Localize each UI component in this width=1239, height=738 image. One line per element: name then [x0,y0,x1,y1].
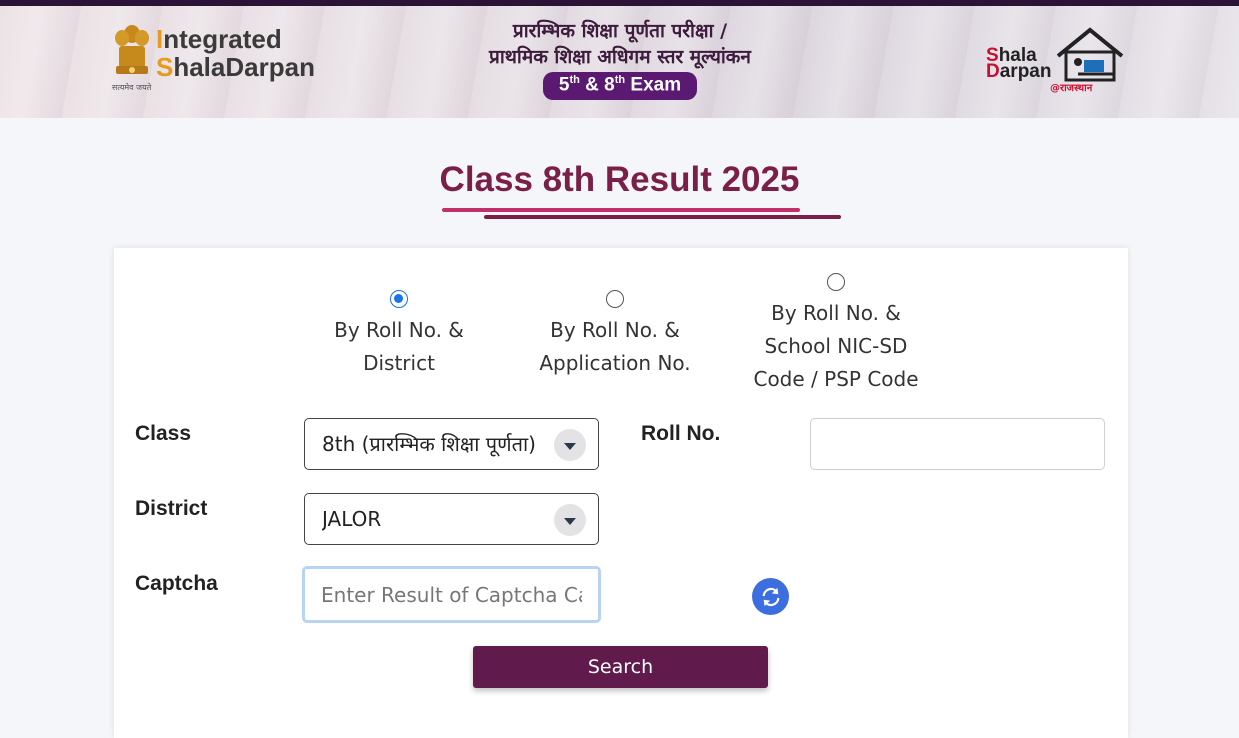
radio-roll-district[interactable] [390,290,408,308]
roll-no-label: Roll No. [641,422,721,445]
emblem-caption: सत्यमेव जयते [112,83,152,92]
radio-roll-school-code[interactable] [827,273,845,291]
search-mode-roll-school-code[interactable]: By Roll No. & School NIC-SD Code / PSP C… [738,273,934,396]
header-banner: सत्यमेव जयते Integrated ShalaDarpan प्रा… [0,6,1239,118]
captcha-label: Captcha [135,572,218,595]
captcha-refresh-button[interactable] [752,578,789,615]
class-select-value: 8th (प्रारम्भिक शिक्षा पूर्णता) [322,432,536,456]
house-logo-icon [1056,27,1124,82]
search-mode-roll-application[interactable]: By Roll No. & Application No. [525,290,705,380]
refresh-icon [762,587,779,606]
chevron-down-icon[interactable] [554,429,586,461]
title-hindi-line-1: प्रारम्भिक शिक्षा पूर्णता परीक्षा / [512,20,728,42]
district-select-value: JALOR [322,507,382,531]
ashoka-emblem-icon [115,25,149,74]
right-logo-subtitle: @राजस्थान [1050,83,1093,94]
captcha-input[interactable] [302,566,601,623]
district-select[interactable]: JALOR [304,493,599,545]
result-search-card: By Roll No. & District By Roll No. & App… [114,248,1128,738]
class-select[interactable]: 8th (प्रारम्भिक शिक्षा पूर्णता) [304,418,599,470]
right-logo-line-2: Darpan [986,61,1052,82]
page-title: Class 8th Result 2025 [439,160,800,199]
integrated-shaladarpan-logo[interactable]: सत्यमेव जयते Integrated ShalaDarpan [112,22,332,92]
search-mode-roll-district[interactable]: By Roll No. & District [314,290,484,380]
chevron-down-icon[interactable] [554,504,586,536]
district-label: District [135,497,208,520]
exam-title-block: प्रारम्भिक शिक्षा पूर्णता परीक्षा / प्रा… [440,18,800,101]
radio-roll-application[interactable] [606,290,624,308]
title-underline-2 [484,215,841,219]
shaladarpan-rajasthan-logo[interactable]: Shala Darpan @राजस्थान [986,26,1136,96]
title-underline-1 [442,208,800,212]
title-hindi-line-2: प्राथमिक शिक्षा अधिगम स्तर मूल्यांकन [489,46,751,68]
brand-line-1: Integrated [156,24,282,54]
exam-badge: 5th & 8th Exam [542,72,698,101]
class-label: Class [135,422,192,445]
roll-no-input[interactable] [810,418,1105,470]
brand-line-2: ShalaDarpan [156,52,315,82]
search-button[interactable]: Search [473,646,768,688]
